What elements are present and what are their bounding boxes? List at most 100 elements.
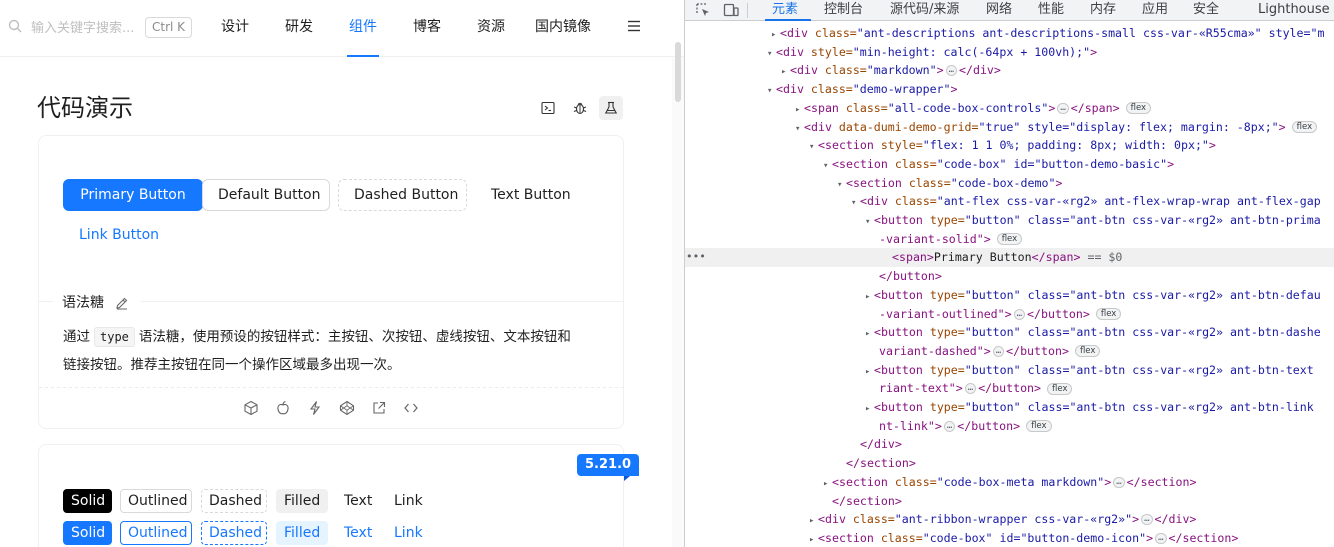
flex-badge[interactable]: flex — [1074, 345, 1101, 358]
flex-badge[interactable]: flex — [1095, 308, 1122, 320]
apple-icon[interactable] — [275, 400, 291, 416]
dom-node-line[interactable]: variant-dashed">… </button> flex — [685, 342, 1334, 361]
variant-link-default[interactable]: Link — [386, 489, 430, 513]
dom-node-line[interactable]: -variant-outlined">… </button> flex — [685, 305, 1334, 324]
collapsed-ellipsis[interactable]: … — [1155, 532, 1167, 544]
variant-filled-default[interactable]: Filled — [276, 489, 328, 513]
dom-node-line[interactable]: ▾ <div style="min-height: calc(-64px + 10… — [685, 43, 1334, 62]
collapsed-ellipsis[interactable]: … — [1013, 308, 1026, 320]
nav-design[interactable]: 设计 — [221, 17, 249, 37]
variant-link-primary[interactable]: Link — [386, 521, 430, 545]
dom-attr-name: type= — [929, 287, 965, 302]
device-toolbar-icon[interactable] — [723, 2, 739, 18]
primary-button[interactable]: Primary Button — [63, 179, 203, 211]
flex-badge[interactable]: flex — [996, 233, 1023, 246]
flex-badge[interactable]: flex — [1026, 420, 1052, 433]
dom-node-line[interactable]: ▸ <button type="button" class="ant-btn cs… — [685, 398, 1334, 417]
dom-node-line[interactable]: ▾ <div class="demo-wrapper"> — [685, 80, 1334, 99]
dom-tag: <div — [776, 82, 811, 97]
tab-sources[interactable]: 源代码/来源 — [890, 0, 959, 21]
collapsed-ellipsis[interactable]: … — [1113, 476, 1125, 488]
dom-node-line[interactable]: </section> — [685, 492, 1334, 511]
tab-console[interactable]: 控制台 — [824, 0, 863, 21]
nav-mirror[interactable]: 国内镜像 — [535, 17, 591, 37]
dom-node-line[interactable]: ▸ <div class="ant-descriptions ant-descri… — [685, 24, 1334, 43]
expand-triangle-icon[interactable]: ▸ — [809, 531, 818, 547]
edit-icon[interactable] — [115, 296, 129, 310]
tab-elements[interactable]: 元素 — [772, 0, 798, 21]
codepen-icon[interactable] — [339, 400, 355, 416]
dom-node-line[interactable]: ▸ <button type="button" class="ant-btn cs… — [685, 323, 1334, 342]
dom-node-line[interactable]: </section> — [685, 454, 1334, 473]
dashed-button[interactable]: Dashed Button — [338, 179, 467, 211]
collapsed-ellipsis[interactable]: … — [964, 383, 977, 395]
hamburger-icon[interactable] — [627, 19, 641, 33]
flex-badge[interactable]: flex — [1125, 102, 1152, 115]
dom-node-line[interactable]: ▸ <div class="markdown">… </div> — [685, 61, 1334, 80]
code-icon[interactable] — [403, 400, 419, 416]
tab-performance[interactable]: 性能 — [1038, 0, 1064, 21]
variant-text-primary[interactable]: Text — [336, 521, 377, 545]
collapsed-ellipsis[interactable]: … — [943, 420, 956, 432]
dom-tag: <section — [846, 175, 909, 190]
dom-node-line[interactable]: ▾ <section class="code-box-demo"> — [685, 174, 1334, 193]
variant-filled-primary[interactable]: Filled — [276, 521, 328, 545]
dom-tag: <div — [804, 119, 839, 134]
dom-node-line[interactable]: ▾ <button type="button" class="ant-btn cs… — [685, 211, 1334, 230]
default-button[interactable]: Default Button — [202, 179, 330, 211]
collapsed-ellipsis[interactable]: … — [945, 65, 958, 77]
tab-security[interactable]: 安全 — [1193, 0, 1219, 21]
dom-node-line[interactable]: ▸ <div class="ant-ribbon-wrapper css-var-… — [685, 510, 1334, 529]
variant-dashed-default[interactable]: Dashed — [201, 489, 267, 513]
flex-badge[interactable]: flex — [1047, 382, 1073, 395]
nav-resources[interactable]: 资源 — [477, 17, 505, 37]
dom-node-line[interactable]: ▸ <span class="all-code-box-controls">… </… — [685, 99, 1334, 118]
debug-button[interactable] — [568, 96, 592, 120]
page-scrollbar[interactable] — [672, 57, 684, 547]
lightning-icon[interactable] — [307, 400, 323, 416]
external-link-icon[interactable] — [371, 400, 387, 416]
tab-network[interactable]: 网络 — [986, 0, 1012, 21]
dom-node-line[interactable]: ▸ <section class="code-box-meta markdown"… — [685, 473, 1334, 492]
dom-node-line[interactable]: -variant-solid"> flex — [685, 230, 1334, 249]
variant-solid-primary[interactable]: Solid — [63, 521, 112, 545]
codesandbox-icon[interactable] — [243, 400, 259, 416]
tab-memory[interactable]: 内存 — [1090, 0, 1116, 21]
dom-node-line[interactable]: ▸ <button type="button" class="ant-btn cs… — [685, 286, 1334, 305]
nav-components[interactable]: 组件 — [349, 17, 377, 37]
inspect-element-icon[interactable] — [695, 2, 711, 18]
dom-node-line[interactable]: nt-link">… </button> flex — [685, 417, 1334, 436]
collapsed-ellipsis[interactable]: … — [992, 345, 1005, 357]
dom-node-line[interactable]: </div> — [685, 435, 1334, 454]
dom-node-line[interactable]: ▾ <section class="code-box" id="button-de… — [685, 155, 1334, 174]
nav-blog[interactable]: 博客 — [413, 17, 441, 37]
variant-outlined-default[interactable]: Outlined — [120, 489, 192, 513]
dom-node-line[interactable]: riant-text">… </button> flex — [685, 379, 1334, 398]
experimental-button[interactable] — [599, 96, 623, 120]
dom-node-line[interactable]: ▾ <div data-dumi-demo-grid="true" style="… — [685, 118, 1334, 137]
link-button[interactable]: Link Button — [63, 219, 169, 251]
dom-tag: > — [955, 381, 963, 396]
tab-application[interactable]: 应用 — [1142, 0, 1168, 21]
dom-node-line[interactable]: ▾ <section style="flex: 1 1 0%; padding: … — [685, 136, 1334, 155]
variant-text-default[interactable]: Text — [336, 489, 377, 513]
dom-node-line[interactable]: <span>Primary Button</span> == $0 ••• — [685, 248, 1334, 268]
variant-solid-default[interactable]: Solid — [63, 489, 112, 513]
dom-node-line[interactable]: ▾ <div class="ant-flex css-var-«rg2» ant-… — [685, 192, 1334, 211]
flex-badge[interactable]: flex — [1291, 121, 1318, 133]
text-button[interactable]: Text Button — [475, 179, 581, 211]
nav-development[interactable]: 研发 — [285, 17, 313, 37]
dom-node-line[interactable]: ▸ <button type="button" class="ant-btn cs… — [685, 361, 1334, 380]
dom-attr-name: class= — [880, 530, 923, 545]
expand-code-button[interactable] — [536, 96, 560, 120]
variant-dashed-primary[interactable]: Dashed — [201, 521, 267, 545]
dom-node-line[interactable]: </button> — [685, 267, 1334, 286]
page-scrollbar-thumb[interactable] — [675, 42, 681, 102]
collapsed-ellipsis[interactable]: … — [1141, 514, 1153, 526]
variant-outlined-primary[interactable]: Outlined — [120, 521, 192, 545]
collapsed-ellipsis[interactable]: … — [1057, 102, 1069, 114]
search-input[interactable] — [31, 18, 139, 38]
dom-node-line[interactable]: ▸ <section class="code-box" id="button-de… — [685, 529, 1334, 547]
more-options-icon[interactable]: ••• — [686, 248, 706, 267]
tab-lighthouse[interactable]: Lighthouse — [1258, 0, 1330, 21]
